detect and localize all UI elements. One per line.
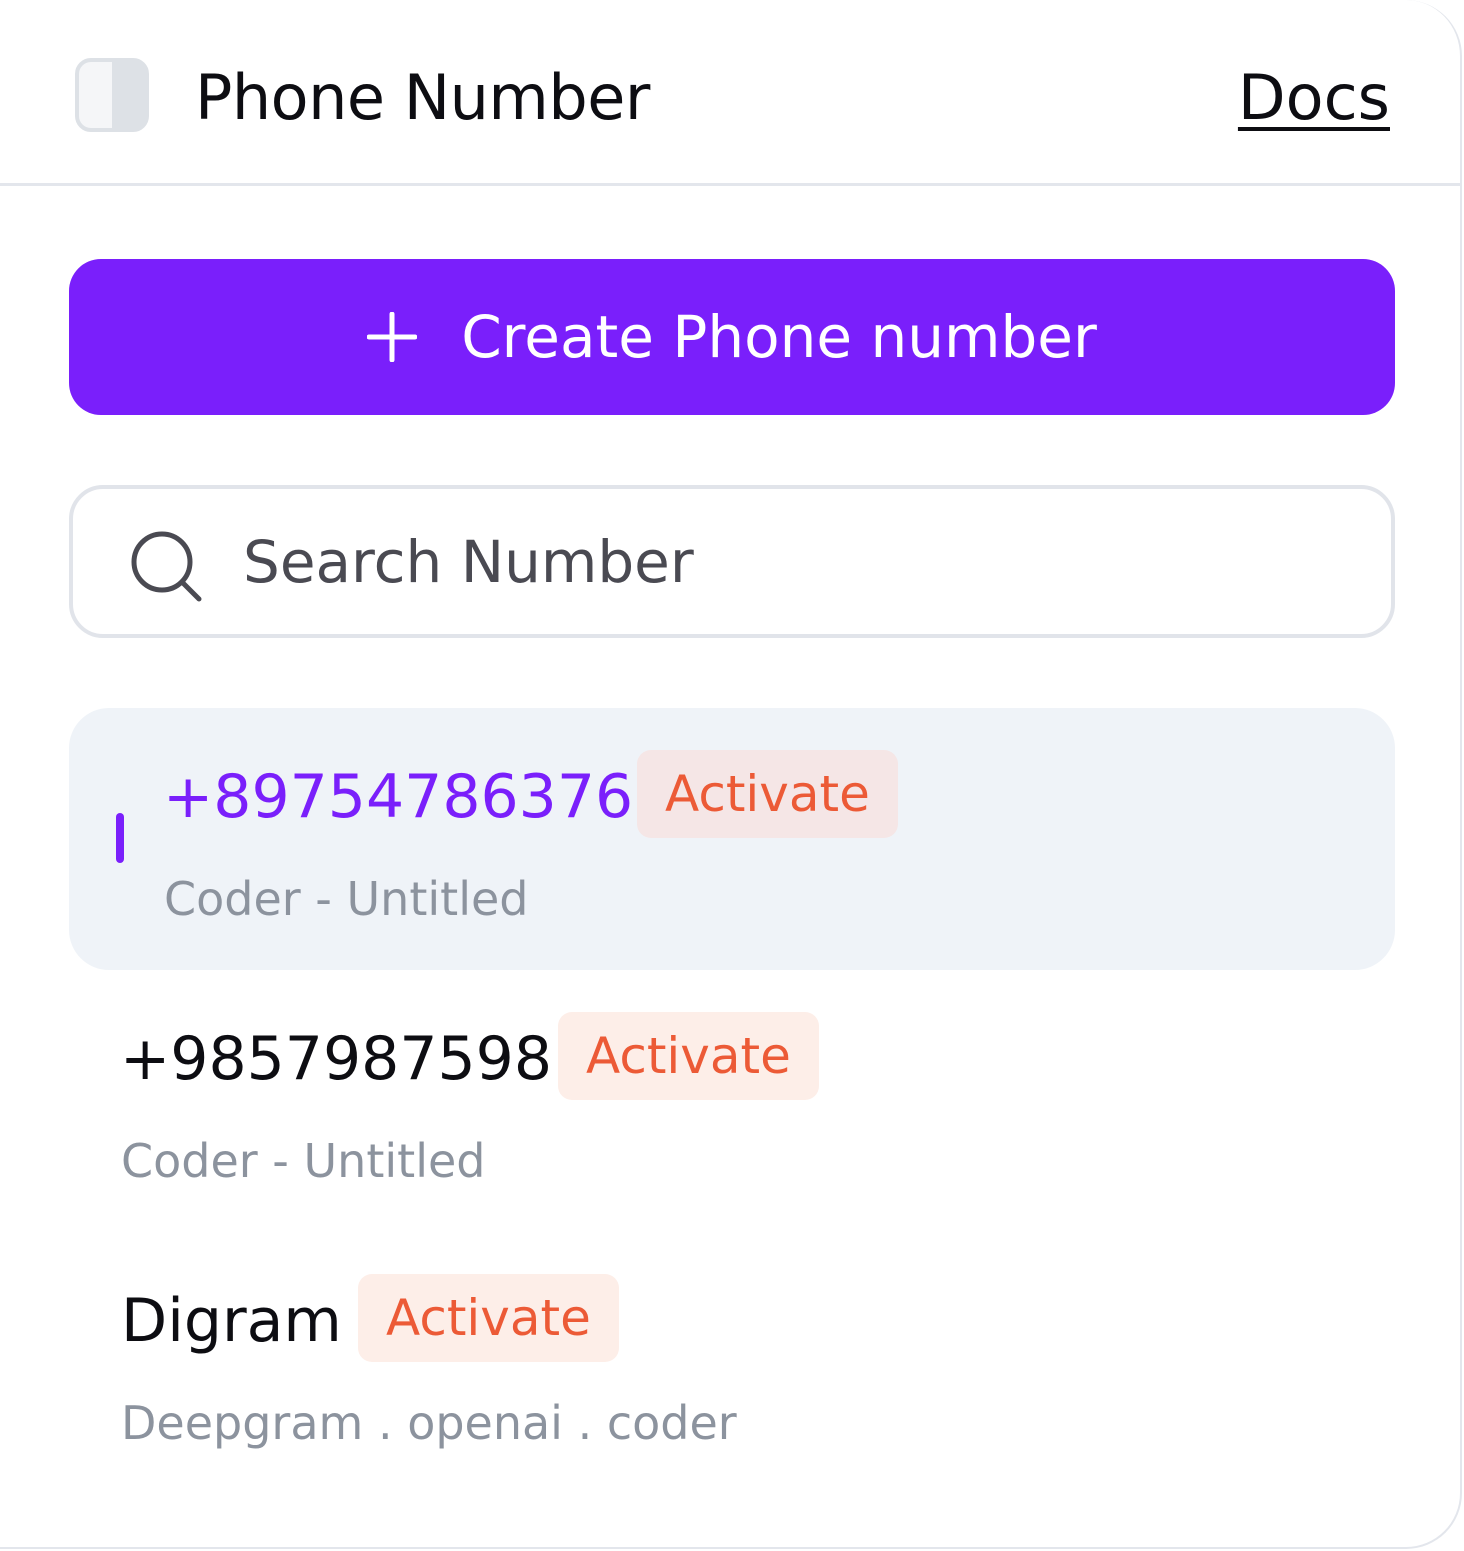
activate-badge[interactable]: Activate [358, 1274, 619, 1362]
list-item-subtitle: Deepgram . openai . coder [121, 1396, 737, 1450]
list-item-title: Digram [121, 1286, 342, 1356]
list-item-subtitle: Coder - Untitled [121, 1134, 486, 1188]
list-item[interactable]: Digram Activate Deepgram . openai . code… [69, 1232, 1395, 1494]
plus-icon [367, 312, 418, 362]
create-button-label: Create Phone number [461, 303, 1097, 371]
search-box[interactable] [69, 485, 1395, 638]
list-item-subtitle: Coder - Untitled [164, 872, 529, 926]
activate-badge[interactable]: Activate [558, 1012, 819, 1100]
selected-indicator [116, 813, 124, 863]
search-icon [131, 531, 202, 602]
create-phone-number-button[interactable]: Create Phone number [69, 259, 1395, 415]
activate-badge[interactable]: Activate [637, 750, 898, 838]
list-item[interactable]: +9857987598 Activate Coder - Untitled [69, 970, 1395, 1232]
phone-number-panel: Phone Number Docs Create Phone number +8… [0, 0, 1462, 1549]
sidebar-toggle-icon[interactable] [75, 58, 149, 132]
search-input[interactable] [243, 519, 1343, 605]
page-title: Phone Number [195, 61, 650, 134]
list-item[interactable]: +89754786376 Activate Coder - Untitled [69, 708, 1395, 970]
list-item-title: +89754786376 [163, 762, 634, 832]
panel-header: Phone Number Docs [0, 0, 1462, 186]
list-item-title: +9857987598 [120, 1024, 553, 1094]
docs-link[interactable]: Docs [1238, 60, 1390, 136]
